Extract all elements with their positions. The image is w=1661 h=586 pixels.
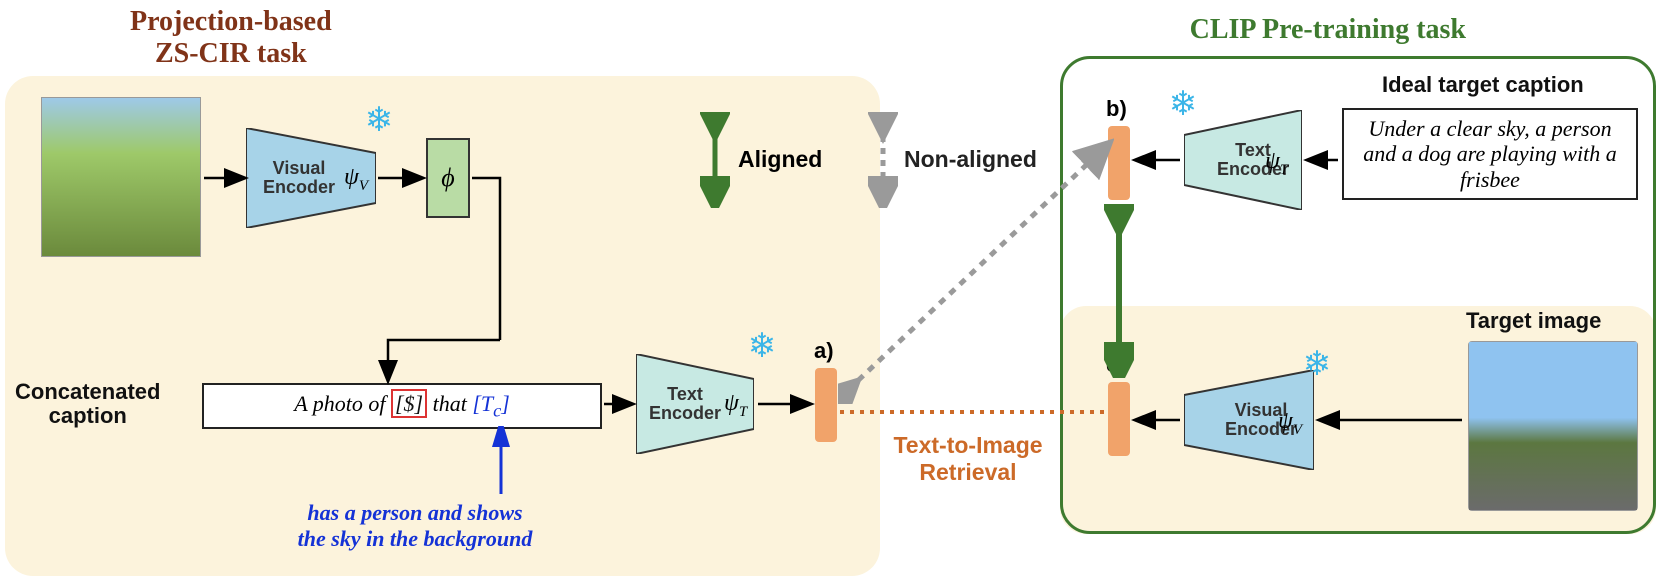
flow-arrows: [0, 0, 1661, 586]
